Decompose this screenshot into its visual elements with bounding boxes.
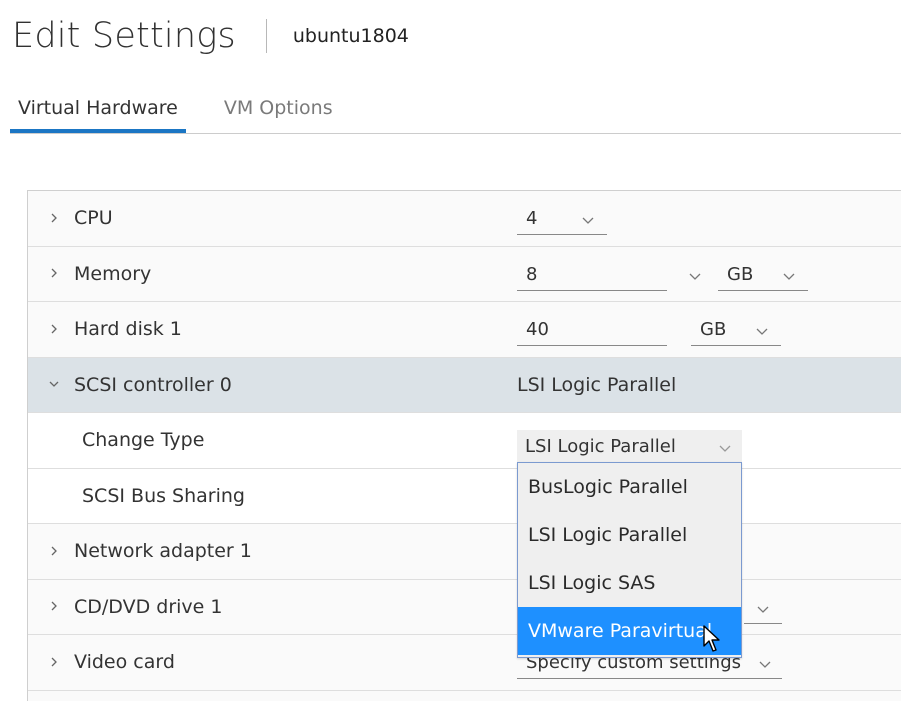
hard-disk-value: 40 <box>526 319 549 340</box>
network-adapter-label: Network adapter 1 <box>74 540 252 563</box>
hard-disk-label: Hard disk 1 <box>74 318 182 341</box>
cpu-label: CPU <box>74 207 113 230</box>
hard-disk-unit-select[interactable]: GB <box>691 314 781 346</box>
cpu-value: 4 <box>526 208 538 229</box>
tab-virtual-hardware[interactable]: Virtual Hardware <box>10 92 186 133</box>
option-lsi-logic-sas[interactable]: LSI Logic SAS <box>518 559 741 607</box>
memory-unit: GB <box>727 263 754 285</box>
hardware-row-cd-dvd[interactable]: CD/DVD drive 1 <box>28 579 901 635</box>
scsi-controller-label: SCSI controller 0 <box>74 373 232 396</box>
chevron-down-icon <box>718 439 732 453</box>
chevron-right-icon[interactable] <box>28 597 74 616</box>
title-divider <box>265 19 267 53</box>
page-title: Edit Settings <box>12 16 236 56</box>
change-type-label: Change Type <box>82 429 205 452</box>
hardware-row-memory[interactable]: Memory 8 GB <box>28 246 901 302</box>
cd-dvd-select[interactable] <box>744 592 782 624</box>
tab-vm-options[interactable]: VM Options <box>216 92 341 133</box>
memory-label: Memory <box>74 262 152 285</box>
change-type-select[interactable]: LSI Logic Parallel <box>517 430 742 463</box>
tab-bar: Virtual Hardware VM Options <box>10 92 901 134</box>
chevron-down-icon <box>581 211 595 225</box>
hardware-row-video-card[interactable]: Video card Specify custom settings <box>28 635 901 691</box>
chevron-right-icon[interactable] <box>28 209 74 228</box>
option-buslogic-parallel[interactable]: BusLogic Parallel <box>518 463 741 511</box>
option-lsi-logic-parallel[interactable]: LSI Logic Parallel <box>518 511 741 559</box>
chevron-right-icon[interactable] <box>28 653 74 672</box>
chevron-right-icon[interactable] <box>28 264 74 283</box>
page-header: Edit Settings ubuntu1804 <box>12 14 409 58</box>
chevron-down-icon <box>758 655 772 669</box>
memory-input[interactable]: 8 <box>517 259 667 291</box>
chevron-down-icon[interactable] <box>28 375 74 394</box>
hardware-row-change-type: Change Type <box>28 413 901 469</box>
chevron-down-icon <box>756 600 770 614</box>
mouse-cursor-icon <box>703 625 723 653</box>
chevron-right-icon[interactable] <box>28 542 74 561</box>
hard-disk-input[interactable]: 40 <box>517 314 667 346</box>
chevron-down-icon[interactable] <box>688 268 702 282</box>
hard-disk-unit: GB <box>700 319 727 340</box>
virtual-hardware-list: CPU 4 Memory 8 GB Hard disk 1 40 GB SCSI… <box>27 190 901 701</box>
hardware-row-scsi-bus-sharing: SCSI Bus Sharing <box>28 468 901 524</box>
video-card-label: Video card <box>74 651 175 674</box>
cd-dvd-label: CD/DVD drive 1 <box>74 595 223 618</box>
hardware-row-cpu[interactable]: CPU 4 <box>28 191 901 247</box>
change-type-value: LSI Logic Parallel <box>525 435 676 457</box>
memory-value: 8 <box>526 263 538 285</box>
hardware-row-scsi-controller[interactable]: SCSI controller 0 LSI Logic Parallel <box>28 357 901 413</box>
chevron-down-icon <box>782 267 796 281</box>
chevron-down-icon <box>755 322 769 336</box>
hardware-row-hard-disk[interactable]: Hard disk 1 40 GB <box>28 302 901 358</box>
hardware-row-partial <box>28 690 901 701</box>
scsi-bus-sharing-label: SCSI Bus Sharing <box>82 484 245 507</box>
vm-name: ubuntu1804 <box>292 25 409 47</box>
memory-unit-select[interactable]: GB <box>718 259 808 291</box>
scsi-controller-value: LSI Logic Parallel <box>517 373 677 396</box>
cpu-select[interactable]: 4 <box>517 203 607 235</box>
chevron-right-icon[interactable] <box>28 320 74 339</box>
hardware-row-network-adapter[interactable]: Network adapter 1 <box>28 524 901 580</box>
